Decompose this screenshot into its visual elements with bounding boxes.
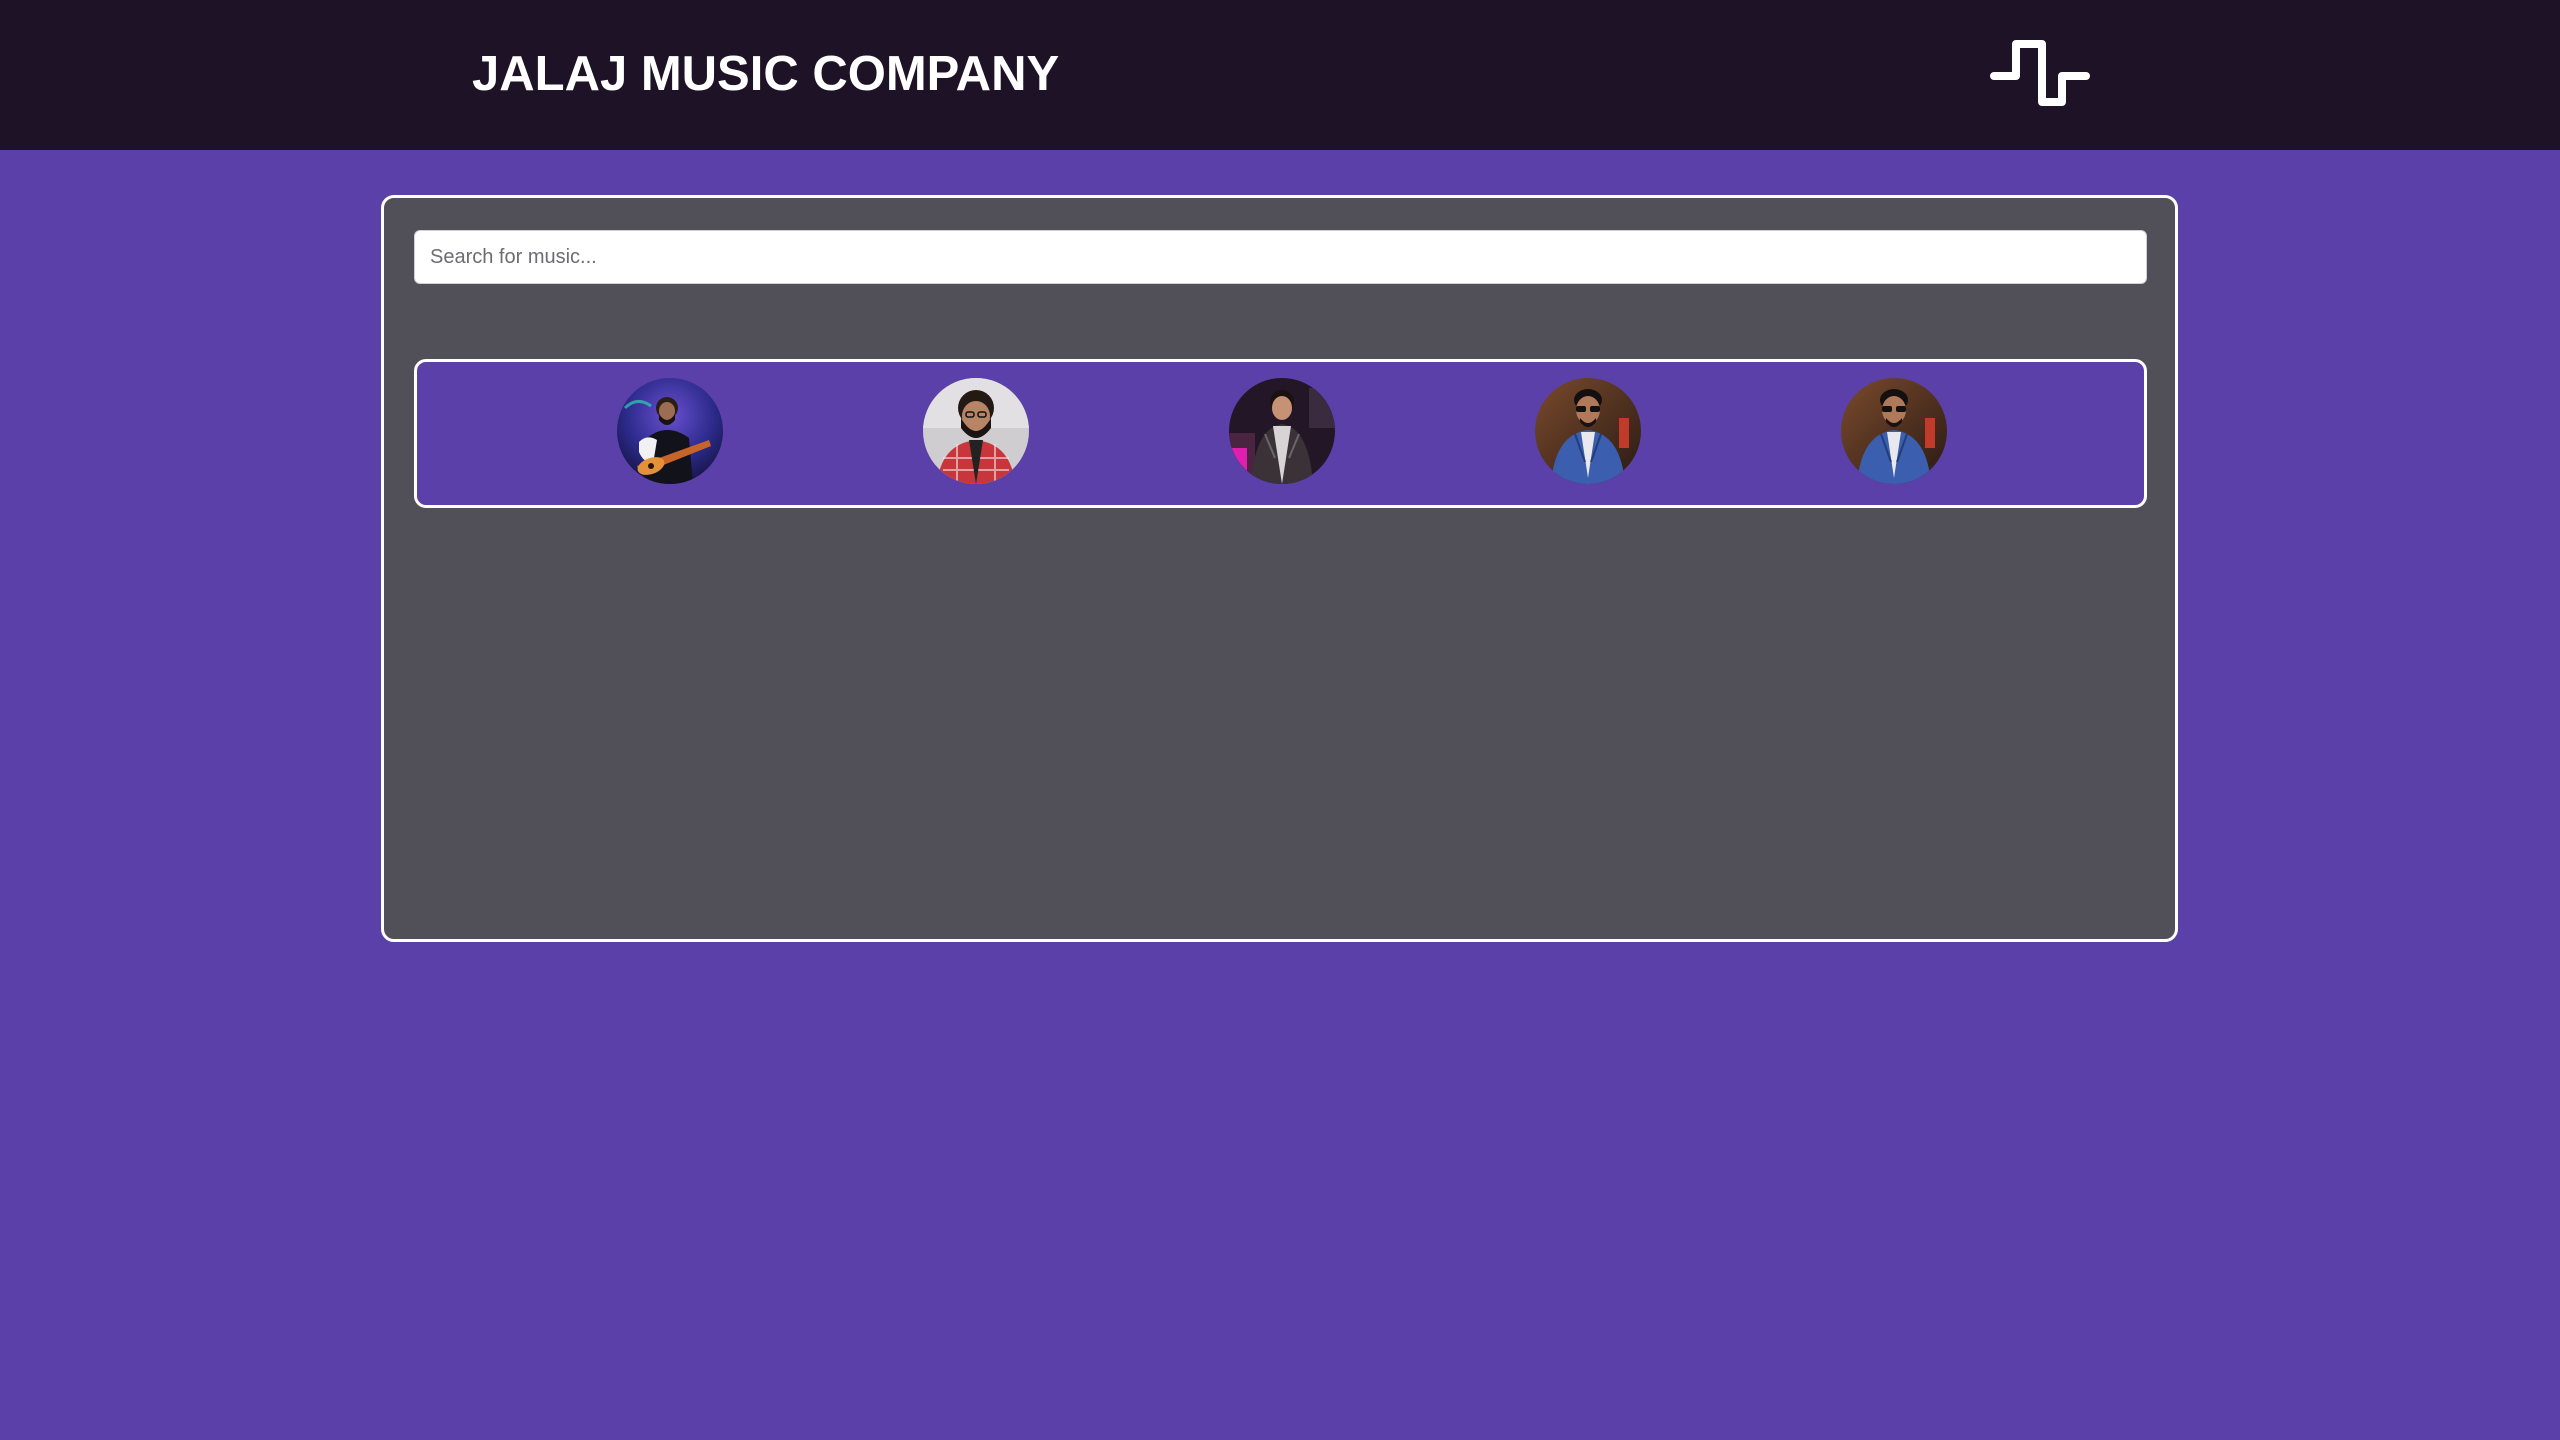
artist-avatar-1[interactable] [617, 378, 723, 484]
brand-title: JALAJ MUSIC COMPANY [472, 47, 1060, 101]
blue-suit-man-portrait-icon [1841, 378, 1947, 484]
blue-suit-man-portrait-icon [1535, 378, 1641, 484]
artist-avatar-5[interactable] [1841, 378, 1947, 484]
pulse-wave-logo-icon[interactable] [1990, 38, 2090, 112]
artist-carousel [414, 359, 2147, 508]
guitarist-portrait-icon [617, 378, 723, 484]
music-panel [381, 195, 2178, 942]
artist-avatar-3[interactable] [1229, 378, 1335, 484]
top-header: JALAJ MUSIC COMPANY [0, 0, 2560, 150]
leather-jacket-man-portrait-icon [1229, 378, 1335, 484]
bearded-man-portrait-icon [923, 378, 1029, 484]
artist-avatar-2[interactable] [923, 378, 1029, 484]
search-input[interactable] [414, 230, 2147, 284]
artist-avatar-4[interactable] [1535, 378, 1641, 484]
